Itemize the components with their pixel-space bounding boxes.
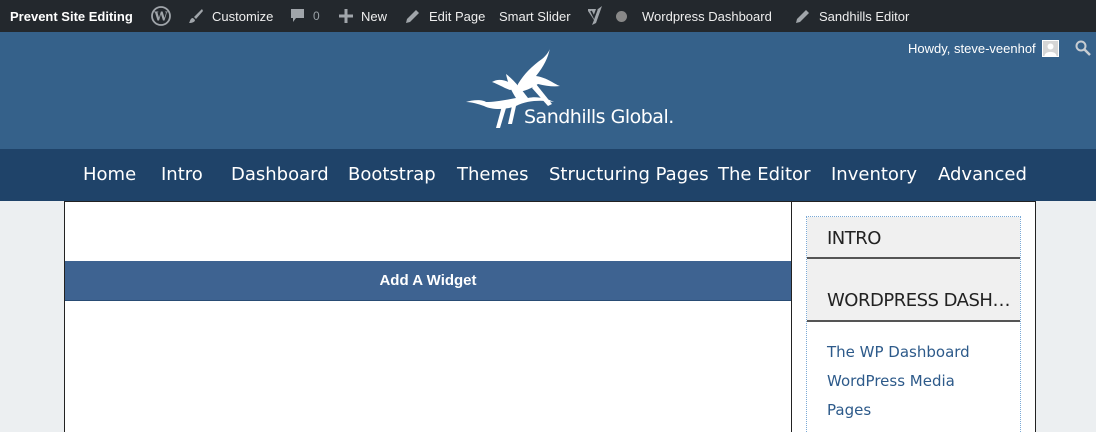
nav-item-bootstrap[interactable]: Bootstrap: [348, 149, 436, 201]
site-header: Howdy, steve-veenhof Sandhills Global.: [0, 32, 1096, 149]
howdy-label: Howdy, steve-veenhof: [908, 41, 1036, 56]
smart-slider-link[interactable]: Smart Slider: [499, 0, 571, 32]
sidebar-link-wordpress-media[interactable]: WordPress Media: [827, 372, 955, 390]
nav-item-advanced[interactable]: Advanced: [938, 149, 1027, 201]
nav-item-themes[interactable]: Themes: [457, 149, 528, 201]
comments-link[interactable]: 0: [290, 0, 320, 32]
sidebar-spacer: [807, 259, 1020, 279]
nav-item-intro[interactable]: Intro: [161, 149, 203, 201]
sidebar-link-pages[interactable]: Pages: [827, 401, 871, 419]
pencil-icon: [405, 8, 421, 24]
svg-text:W: W: [153, 10, 168, 24]
avatar: [1041, 40, 1059, 57]
sidebar-widget-area: INTRO WORDPRESS DASHBOA... The WP Dashbo…: [806, 216, 1021, 432]
plus-icon: [339, 9, 353, 23]
site-name-link[interactable]: Prevent Site Editing: [10, 0, 133, 32]
customize-link[interactable]: Customize: [188, 0, 273, 32]
add-widget-button[interactable]: Add A Widget: [65, 261, 791, 301]
sandhills-editor-label: Sandhills Editor: [819, 8, 910, 24]
sidebar-heading-intro[interactable]: INTRO: [807, 217, 1020, 259]
nav-item-the-editor[interactable]: The Editor: [718, 149, 810, 201]
sidebar: INTRO WORDPRESS DASHBOA... The WP Dashbo…: [792, 201, 1036, 432]
seo-status-dot-icon[interactable]: [616, 0, 627, 32]
logo-text: Sandhills Global.: [524, 106, 674, 128]
new-content-link[interactable]: New: [339, 0, 387, 32]
edit-page-label: Edit Page: [429, 8, 486, 24]
edit-page-link[interactable]: Edit Page: [405, 0, 485, 32]
comment-bubble-icon: [290, 8, 305, 24]
nav-item-home[interactable]: Home: [83, 149, 136, 201]
main-content: [64, 201, 792, 432]
wordpress-dashboard-link[interactable]: Wordpress Dashboard: [642, 0, 772, 32]
search-icon[interactable]: [1075, 40, 1091, 61]
main-navigation: Home Intro Dashboard Bootstrap Themes St…: [0, 149, 1096, 201]
customize-label: Customize: [212, 8, 274, 24]
pencil-icon: [795, 8, 811, 24]
nav-item-dashboard[interactable]: Dashboard: [231, 149, 329, 201]
admin-bar: Prevent Site Editing W Customize 0 New E…: [0, 0, 1096, 32]
sandhills-editor-link[interactable]: Sandhills Editor: [795, 0, 909, 32]
nav-item-structuring-pages[interactable]: Structuring Pages: [549, 149, 709, 201]
yoast-icon[interactable]: [587, 0, 603, 32]
comments-count: 0: [313, 9, 320, 23]
user-account-menu[interactable]: Howdy, steve-veenhof: [908, 40, 1059, 57]
brush-icon: [188, 8, 204, 24]
sidebar-heading-wordpress-dashboard[interactable]: WORDPRESS DASHBOA...: [807, 279, 1020, 322]
new-label: New: [361, 8, 388, 24]
nav-item-inventory[interactable]: Inventory: [831, 149, 917, 201]
wordpress-logo-icon[interactable]: W: [151, 0, 171, 32]
sidebar-link-wp-dashboard[interactable]: The WP Dashboard: [827, 343, 970, 361]
